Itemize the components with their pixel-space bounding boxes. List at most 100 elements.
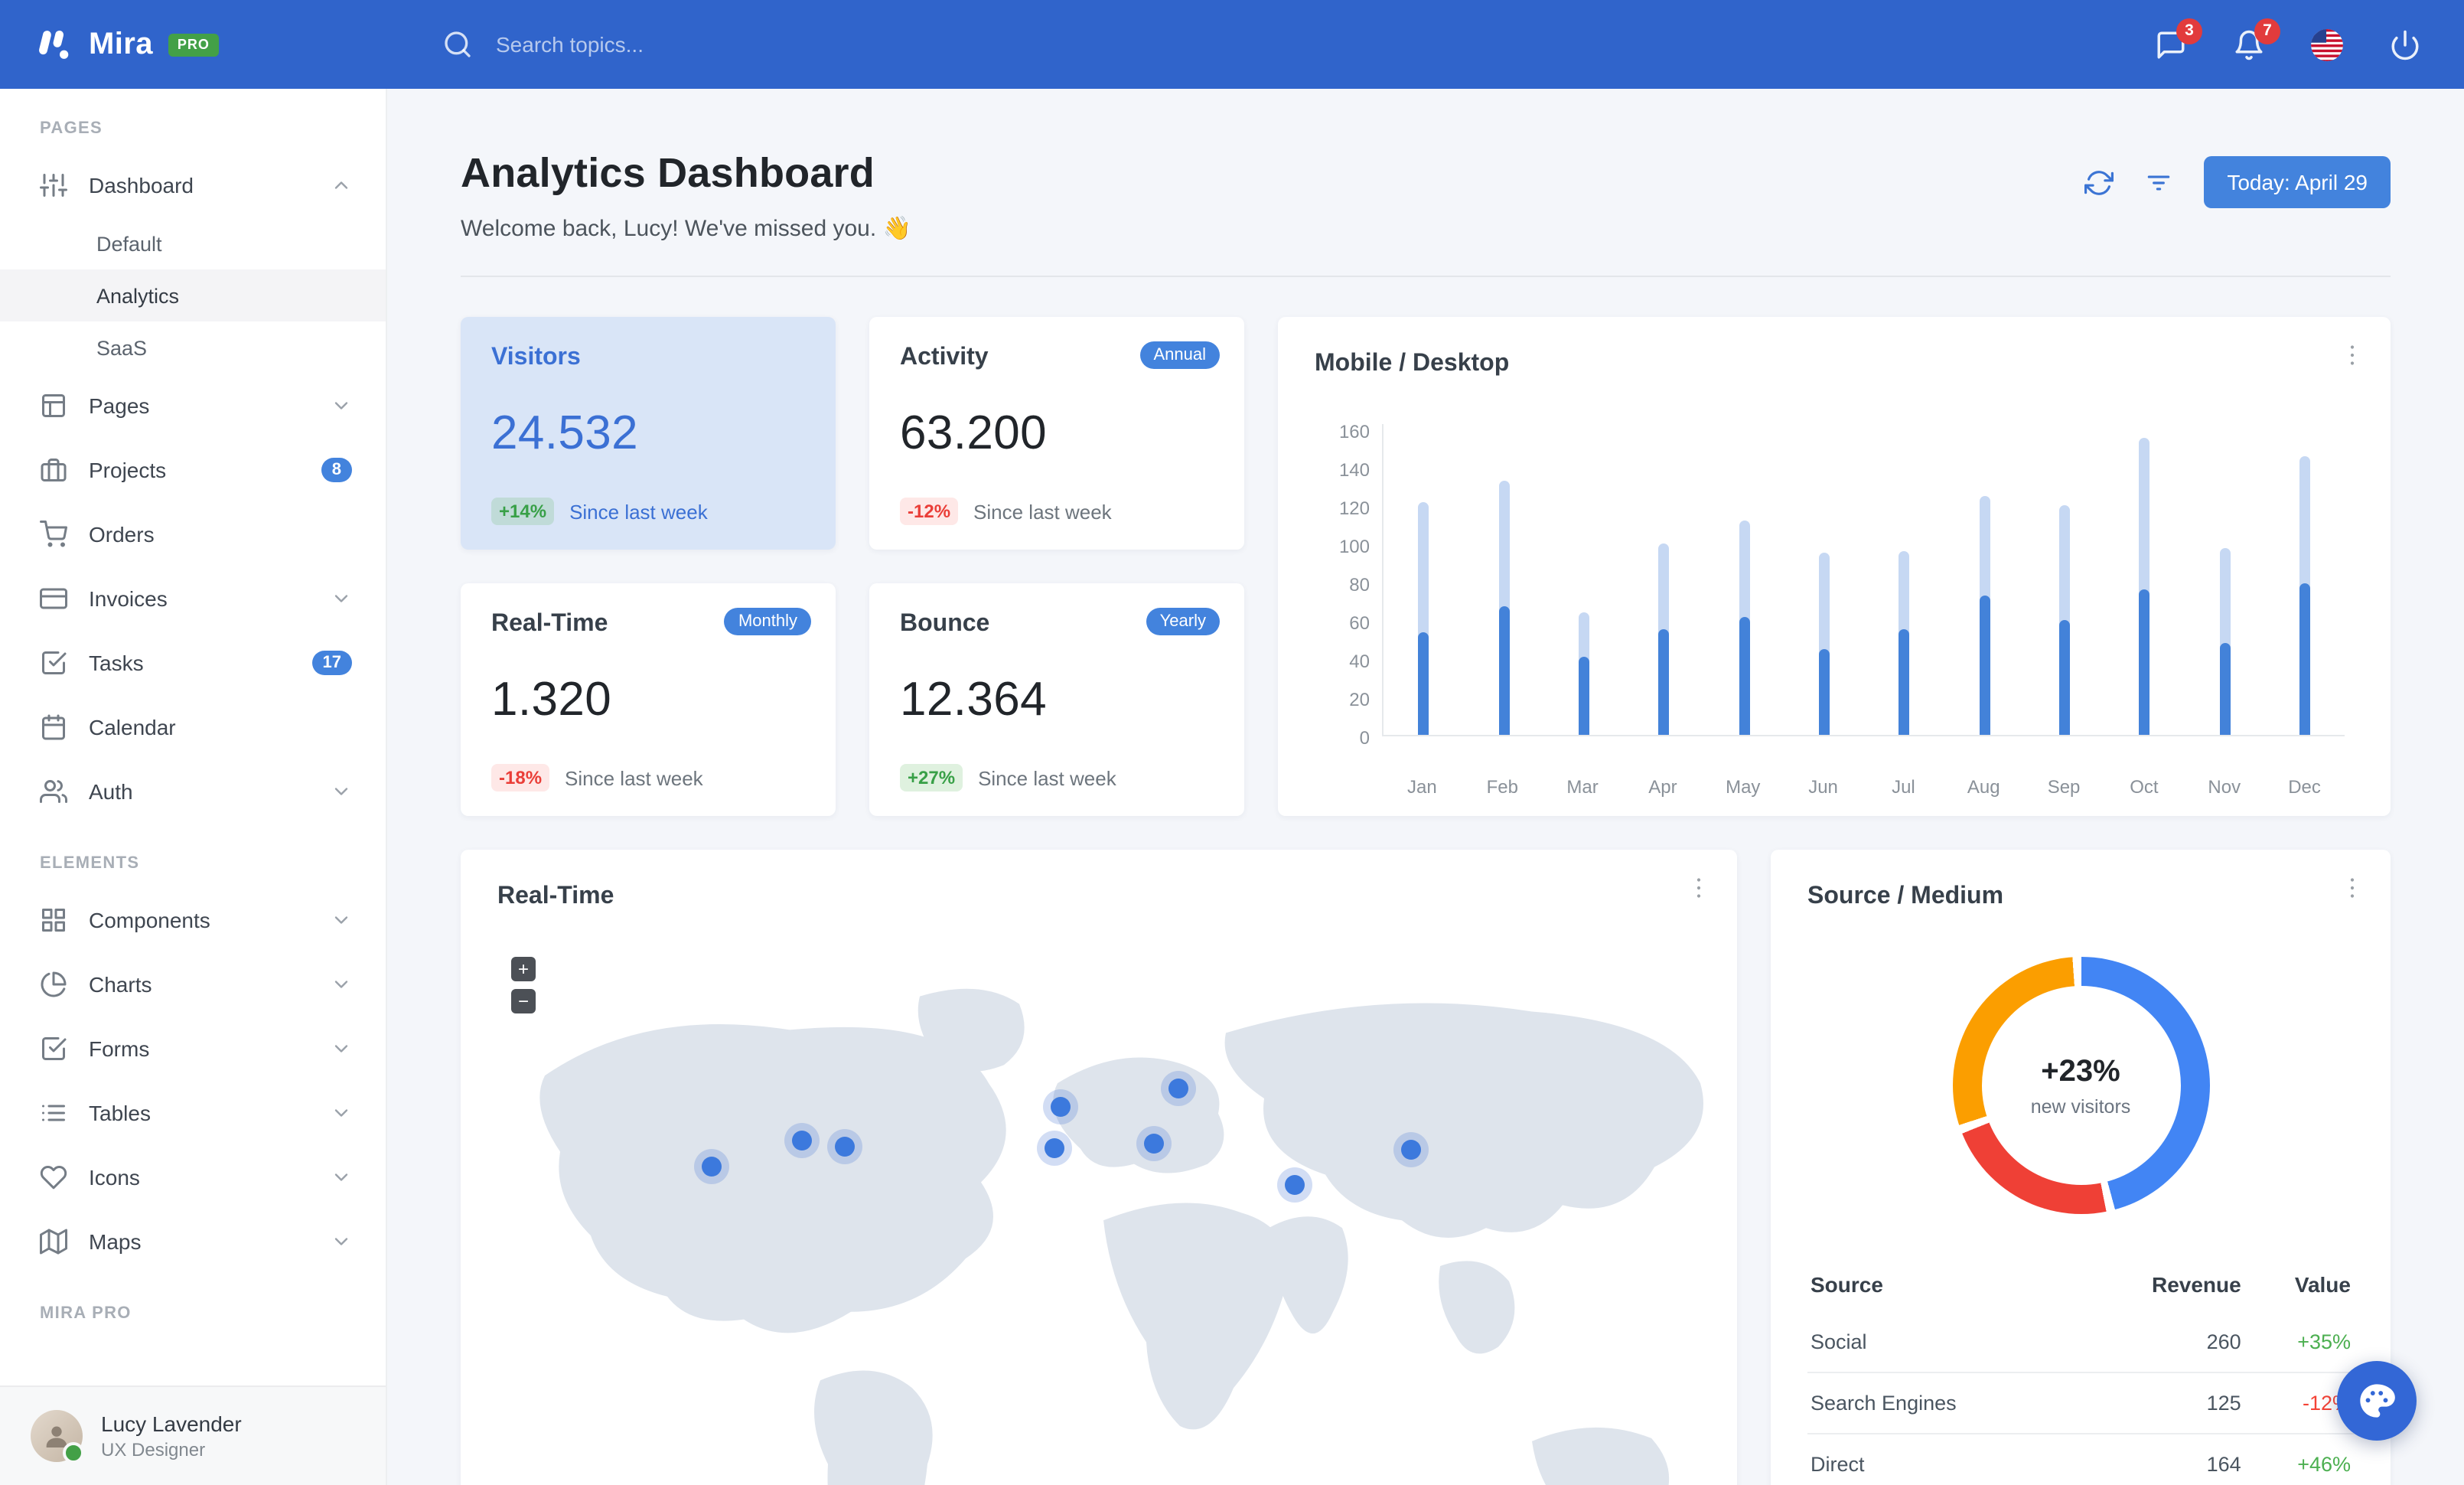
sidebar-item-forms[interactable]: Forms — [0, 1017, 386, 1081]
bar-mobile-jun[interactable] — [1818, 648, 1830, 735]
sidebar-subitem-default[interactable]: Default — [0, 217, 386, 269]
map-marker[interactable] — [702, 1157, 722, 1177]
stat-card-real-time: Real-Time Monthly 1.320 -18% Since last week — [461, 583, 836, 816]
sidebar-item-invoices[interactable]: Invoices — [0, 566, 386, 631]
sidebar-item-auth[interactable]: Auth — [0, 759, 386, 824]
sidebar-item-calendar[interactable]: Calendar — [0, 695, 386, 759]
sign-out-button[interactable] — [2389, 28, 2421, 60]
chevron-down-icon — [331, 781, 352, 802]
notifications-button[interactable]: 7 — [2233, 18, 2280, 60]
x-tick-label: Jun — [1808, 776, 1838, 798]
stat-value: 1.320 — [491, 672, 612, 726]
chevron-down-icon — [331, 1102, 352, 1124]
refresh-button[interactable] — [2084, 168, 2114, 197]
today-button[interactable]: Today: April 29 — [2204, 156, 2391, 208]
map-marker[interactable] — [1045, 1138, 1064, 1158]
cell-value: +35% — [2297, 1330, 2351, 1353]
bar-mobile-sep[interactable] — [2058, 620, 2070, 735]
online-status-dot — [63, 1442, 84, 1464]
sidebar-nav: Pages Dashboard Default Analytics SaaS Pages P… — [0, 89, 386, 1385]
map-zoom-out-button[interactable]: − — [511, 989, 536, 1013]
bar-mobile-feb[interactable] — [1498, 606, 1509, 735]
sidebar-item-label: Auth — [89, 779, 133, 804]
cart-icon — [40, 521, 67, 548]
sidebar-section-label: Mira Pro — [40, 1304, 132, 1323]
sidebar-item-components[interactable]: Components — [0, 888, 386, 952]
x-tick-label: May — [1726, 776, 1761, 798]
more-options-button[interactable] — [1685, 874, 1713, 902]
top-navbar: Mira PRO 3 7 — [0, 0, 2464, 89]
stat-period-badge[interactable]: Monthly — [724, 608, 811, 635]
grid-icon — [40, 906, 67, 934]
header-tools: Today: April 29 — [2084, 156, 2391, 208]
chevron-down-icon — [331, 909, 352, 931]
bar-mobile-apr[interactable] — [1658, 629, 1670, 735]
sidebar-item-dashboard[interactable]: Dashboard — [0, 153, 386, 217]
bar-mobile-jul[interactable] — [1899, 629, 1910, 735]
sidebar-item-tasks[interactable]: Tasks 17 — [0, 631, 386, 695]
col-header-value: Value — [2294, 1272, 2351, 1297]
search-box[interactable] — [442, 29, 989, 60]
bar-mobile-mar[interactable] — [1578, 656, 1589, 735]
bar-mobile-aug[interactable] — [1979, 595, 1990, 735]
messages-button[interactable]: 3 — [2155, 18, 2202, 60]
search-icon — [442, 29, 473, 60]
x-tick-label: Dec — [2288, 776, 2321, 798]
map-marker[interactable] — [1285, 1175, 1305, 1195]
cell-source: Social — [1811, 1330, 1867, 1353]
language-button[interactable] — [2311, 28, 2343, 60]
theme-settings-fab[interactable] — [2337, 1361, 2417, 1441]
sidebar-subitem-analytics[interactable]: Analytics — [0, 269, 386, 321]
stat-title: Bounce — [900, 611, 990, 637]
map-icon — [40, 1228, 67, 1255]
y-tick-label: 20 — [1349, 689, 1370, 710]
sidebar-item-icons[interactable]: Icons — [0, 1145, 386, 1209]
sidebar-item-charts[interactable]: Charts — [0, 952, 386, 1017]
sidebar-item-tables[interactable]: Tables — [0, 1081, 386, 1145]
stat-title: Activity — [900, 344, 989, 370]
map-marker[interactable] — [792, 1131, 812, 1150]
bar-mobile-nov[interactable] — [2219, 643, 2230, 735]
sidebar-user[interactable]: Lucy Lavender UX Designer — [0, 1385, 386, 1485]
stat-period-badge[interactable]: Yearly — [1146, 608, 1220, 635]
map-zoom-in-button[interactable]: + — [511, 957, 536, 981]
bar-mobile-jan[interactable] — [1418, 632, 1429, 735]
map-marker[interactable] — [1051, 1097, 1071, 1117]
sidebar-item-orders[interactable]: Orders — [0, 502, 386, 566]
map-marker[interactable] — [1144, 1134, 1164, 1154]
map-marker[interactable] — [1168, 1079, 1188, 1098]
bar-mobile-oct[interactable] — [2139, 589, 2150, 735]
stat-delta-chip: -18% — [491, 764, 550, 791]
layout-icon — [40, 392, 67, 419]
sidebar-item-maps[interactable]: Maps — [0, 1209, 386, 1274]
brand[interactable]: Mira PRO — [0, 24, 387, 64]
x-tick-label: Jul — [1892, 776, 1915, 798]
world-map[interactable]: + − — [461, 938, 1737, 1485]
sidebar-item-label: Invoices — [89, 586, 168, 611]
cell-revenue: 164 — [2206, 1453, 2241, 1476]
bar-mobile-dec[interactable] — [2299, 583, 2310, 735]
sidebar-item-projects[interactable]: Projects 8 — [0, 438, 386, 502]
bar-mobile-may[interactable] — [1739, 616, 1749, 735]
sidebar-item-badge: 8 — [321, 458, 352, 482]
map-marker[interactable] — [835, 1137, 855, 1157]
filter-button[interactable] — [2144, 168, 2173, 197]
calendar-icon — [40, 713, 67, 741]
y-tick-label: 160 — [1338, 421, 1370, 442]
cell-revenue: 125 — [2206, 1392, 2241, 1415]
y-tick-label: 120 — [1338, 498, 1370, 519]
pie-icon — [40, 971, 67, 998]
search-input[interactable] — [493, 31, 989, 58]
more-options-button[interactable] — [2339, 874, 2366, 902]
x-tick-label: Apr — [1648, 776, 1677, 798]
sidebar-item-label: Tasks — [89, 651, 144, 675]
map-marker[interactable] — [1401, 1140, 1421, 1160]
more-options-button[interactable] — [2339, 341, 2366, 369]
stat-delta-chip: +27% — [900, 764, 963, 791]
source-table: Source Revenue Value Social 260 +35% Search En… — [1807, 1257, 2354, 1485]
sidebar: Pages Dashboard Default Analytics SaaS Pages P… — [0, 89, 387, 1485]
stat-period-badge[interactable]: Annual — [1139, 341, 1220, 369]
sidebar-item-pages[interactable]: Pages — [0, 374, 386, 438]
sidebar-item-label: Icons — [89, 1165, 140, 1190]
sidebar-subitem-saas[interactable]: SaaS — [0, 321, 386, 374]
